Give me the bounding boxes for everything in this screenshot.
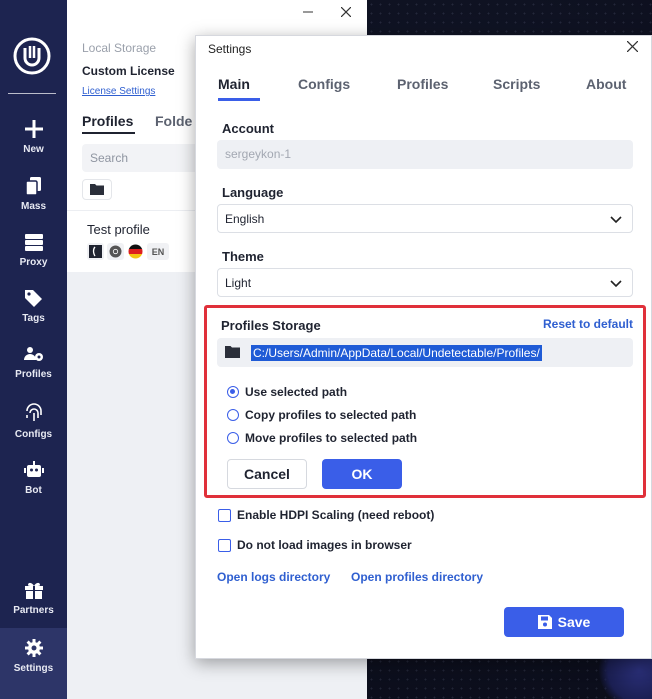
tab-main-label: Main <box>218 76 250 92</box>
plus-icon <box>24 120 43 138</box>
radio-label: Move profiles to selected path <box>245 431 418 445</box>
checkbox-label: Do not load images in browser <box>237 538 412 552</box>
tab-main[interactable]: Main <box>218 76 260 101</box>
os-icon <box>87 243 104 260</box>
sidebar-item-label: Partners <box>13 605 54 616</box>
search-input[interactable]: Search <box>82 144 212 172</box>
radio-label: Use selected path <box>245 385 348 399</box>
profile-badges: EN <box>87 243 169 260</box>
license-settings-link[interactable]: License Settings <box>82 86 155 97</box>
radio-label: Copy profiles to selected path <box>245 408 417 422</box>
language-select[interactable]: English <box>217 204 633 233</box>
checkbox <box>218 538 231 552</box>
sidebar-item-profiles[interactable]: Profiles <box>0 343 67 380</box>
sidebar-item-settings[interactable]: Settings <box>0 628 67 699</box>
folder-filter-button[interactable] <box>82 179 112 200</box>
close-icon <box>626 40 638 53</box>
open-profiles-link[interactable]: Open profiles directory <box>351 570 483 584</box>
sidebar-item-label: New <box>23 144 44 155</box>
sidebar-item-tags[interactable]: Tags <box>0 287 67 324</box>
tags-icon <box>24 290 42 307</box>
language-value: English <box>225 212 265 226</box>
sidebar-item-label: Bot <box>25 485 42 496</box>
save-button[interactable]: Save <box>504 607 624 637</box>
hdpi-scaling-checkbox[interactable]: Enable HDPI Scaling (need reboot) <box>218 508 434 522</box>
chevron-down-icon <box>610 216 622 224</box>
sidebar-item-label: Mass <box>20 201 46 212</box>
sidebar-item-partners[interactable]: Partners <box>0 579 67 616</box>
language-badge: EN <box>147 243 169 260</box>
theme-value: Light <box>225 276 252 290</box>
sidebar: New Mass Proxy Tags Profiles Configs Bot <box>0 0 67 699</box>
gear-icon <box>24 639 43 657</box>
radio-move-profiles[interactable]: Move profiles to selected path <box>227 431 417 445</box>
profile-name: Test profile <box>87 222 150 237</box>
save-label: Save <box>557 614 591 630</box>
logo-divider <box>8 93 56 94</box>
checkbox-label: Enable HDPI Scaling (need reboot) <box>237 508 435 522</box>
radio-button <box>227 432 239 444</box>
theme-label: Theme <box>222 249 264 264</box>
gift-icon <box>24 582 43 599</box>
no-images-checkbox[interactable]: Do not load images in browser <box>218 538 412 552</box>
tab-profiles[interactable]: Profiles <box>82 113 133 129</box>
settings-dialog: Settings Main Configs Profiles Scripts A… <box>195 35 652 659</box>
close-icon <box>340 6 352 18</box>
cancel-button[interactable]: Cancel <box>227 459 307 489</box>
folder-icon <box>225 346 240 358</box>
app-titlebar <box>67 0 367 24</box>
copy-icon <box>24 177 41 196</box>
sidebar-item-label: Configs <box>14 429 53 440</box>
fingerprint-icon <box>25 403 42 421</box>
chrome-icon <box>107 243 124 260</box>
sidebar-item-new[interactable]: New <box>0 118 67 155</box>
users-gear-icon <box>23 347 43 361</box>
minimize-icon <box>303 11 313 13</box>
chevron-down-icon <box>610 280 622 288</box>
profiles-storage-label: Profiles Storage <box>221 318 321 333</box>
account-label: Account <box>222 121 274 136</box>
sidebar-item-bot[interactable]: Bot <box>0 459 67 496</box>
open-logs-link[interactable]: Open logs directory <box>217 570 330 584</box>
dialog-title: Settings <box>208 42 252 56</box>
sidebar-item-configs[interactable]: Configs <box>0 403 67 440</box>
close-window-button[interactable] <box>334 2 358 22</box>
germany-flag-icon <box>127 243 144 260</box>
ok-button[interactable]: OK <box>322 459 402 489</box>
radio-button <box>227 386 239 398</box>
sidebar-item-label: Profiles <box>15 369 52 380</box>
minimize-button[interactable] <box>296 2 320 22</box>
sidebar-item-label: Proxy <box>19 257 48 268</box>
license-name: Custom License <box>82 64 175 78</box>
tab-configs[interactable]: Configs <box>298 76 350 92</box>
storage-path-field[interactable]: C:/Users/Admin/AppData/Local/Undetectabl… <box>217 338 633 367</box>
checkbox <box>218 508 231 522</box>
dialog-close-button[interactable] <box>623 39 641 57</box>
tab-scripts[interactable]: Scripts <box>493 76 540 92</box>
radio-copy-profiles[interactable]: Copy profiles to selected path <box>227 408 416 422</box>
radio-button <box>227 409 239 421</box>
active-tab-underline <box>218 98 260 101</box>
sidebar-item-label: Settings <box>13 663 54 674</box>
tab-underline <box>82 132 135 134</box>
language-label: Language <box>222 185 284 200</box>
server-icon <box>24 234 43 251</box>
reset-to-default-link[interactable]: Reset to default <box>543 317 633 331</box>
radio-use-selected-path[interactable]: Use selected path <box>227 385 347 399</box>
storage-path-value: C:/Users/Admin/AppData/Local/Undetectabl… <box>251 345 542 361</box>
sidebar-item-label: Tags <box>22 313 45 324</box>
theme-select[interactable]: Light <box>217 268 633 297</box>
tab-folders[interactable]: Folde <box>155 113 192 129</box>
sidebar-item-proxy[interactable]: Proxy <box>0 231 67 268</box>
profiles-storage-section: Profiles Storage Reset to default C:/Use… <box>204 305 646 498</box>
folder-icon <box>90 184 104 195</box>
storage-title: Local Storage <box>82 41 157 55</box>
app-logo-icon <box>13 37 51 75</box>
floppy-disk-icon <box>537 615 552 629</box>
sidebar-item-mass[interactable]: Mass <box>0 175 67 212</box>
account-field: sergeykon-1 <box>217 140 633 169</box>
robot-icon <box>23 461 44 477</box>
tab-about[interactable]: About <box>586 76 626 92</box>
tab-profiles[interactable]: Profiles <box>397 76 448 92</box>
